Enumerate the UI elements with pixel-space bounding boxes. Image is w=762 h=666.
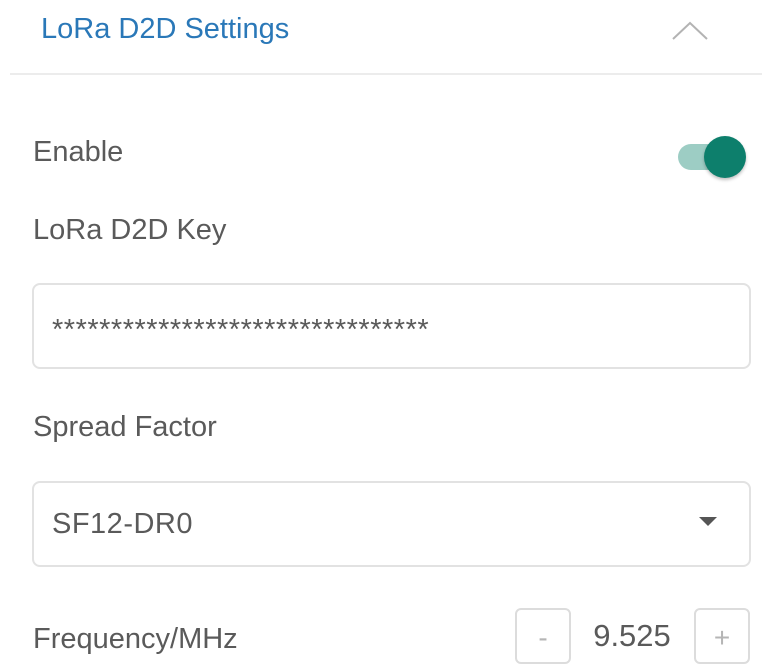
enable-label: Enable: [33, 136, 124, 168]
caret-down-icon: [699, 517, 717, 526]
header-divider: [10, 73, 762, 75]
spread-factor-value: SF12-DR0: [52, 508, 193, 540]
section-header: LoRa D2D Settings: [0, 0, 762, 74]
toggle-thumb: [704, 136, 746, 178]
chevron-up-icon: [672, 21, 708, 40]
enable-toggle[interactable]: [678, 136, 748, 178]
lora-d2d-key-label: LoRa D2D Key: [33, 214, 227, 246]
frequency-increment-button[interactable]: +: [694, 608, 750, 664]
spread-factor-label: Spread Factor: [33, 411, 217, 443]
lora-d2d-key-input[interactable]: ********************************: [32, 283, 751, 369]
spread-factor-select[interactable]: SF12-DR0: [32, 481, 751, 567]
frequency-decrement-button[interactable]: -: [515, 608, 571, 664]
frequency-label: Frequency/MHz: [33, 623, 238, 655]
frequency-value[interactable]: 9.525: [580, 618, 684, 654]
lora-d2d-key-value: ********************************: [52, 314, 430, 346]
collapse-button[interactable]: [660, 10, 720, 50]
section-title: LoRa D2D Settings: [41, 13, 290, 45]
